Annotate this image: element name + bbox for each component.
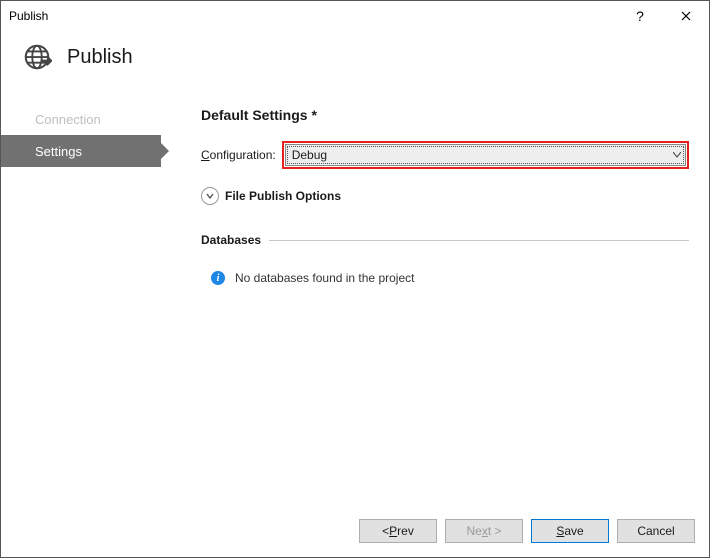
sidebar-item-label: Connection <box>35 112 101 127</box>
databases-section-header: Databases <box>201 233 689 247</box>
help-button[interactable]: ? <box>617 1 663 31</box>
close-icon <box>681 8 691 24</box>
databases-empty-text: No databases found in the project <box>235 271 414 285</box>
sidebar-item-label: Settings <box>35 144 82 159</box>
settings-panel: Default Settings * Configuration: Debug <box>161 93 709 505</box>
cancel-button[interactable]: Cancel <box>617 519 695 543</box>
sidebar: Connection Settings <box>1 93 161 505</box>
configuration-label: Configuration: <box>201 148 276 162</box>
window-title: Publish <box>9 9 48 23</box>
configuration-highlight: Debug <box>282 141 689 169</box>
titlebar: Publish ? <box>1 1 709 31</box>
publish-icon <box>21 41 53 73</box>
databases-empty-row: i No databases found in the project <box>201 271 689 285</box>
configuration-dropdown[interactable]: Debug <box>285 144 686 166</box>
publish-dialog: Publish ? Publish Connection <box>0 0 710 558</box>
close-button[interactable] <box>663 1 709 31</box>
prev-button[interactable]: < Prev <box>359 519 437 543</box>
databases-label: Databases <box>201 233 261 247</box>
sidebar-item-settings[interactable]: Settings <box>1 135 161 167</box>
chevron-down-icon <box>673 150 681 161</box>
panel-heading: Default Settings * <box>201 107 689 123</box>
configuration-value: Debug <box>292 148 327 162</box>
save-button[interactable]: Save <box>531 519 609 543</box>
file-publish-options-expander[interactable]: File Publish Options <box>201 187 689 205</box>
page-title: Publish <box>67 46 133 69</box>
dialog-header: Publish <box>1 31 709 93</box>
dialog-footer: < Prev Next > Save Cancel <box>1 505 709 557</box>
info-icon: i <box>211 271 225 285</box>
expander-label: File Publish Options <box>225 189 341 203</box>
expand-icon <box>201 187 219 205</box>
help-icon: ? <box>636 8 644 24</box>
sidebar-item-connection[interactable]: Connection <box>1 103 161 135</box>
divider <box>269 240 689 241</box>
next-button: Next > <box>445 519 523 543</box>
